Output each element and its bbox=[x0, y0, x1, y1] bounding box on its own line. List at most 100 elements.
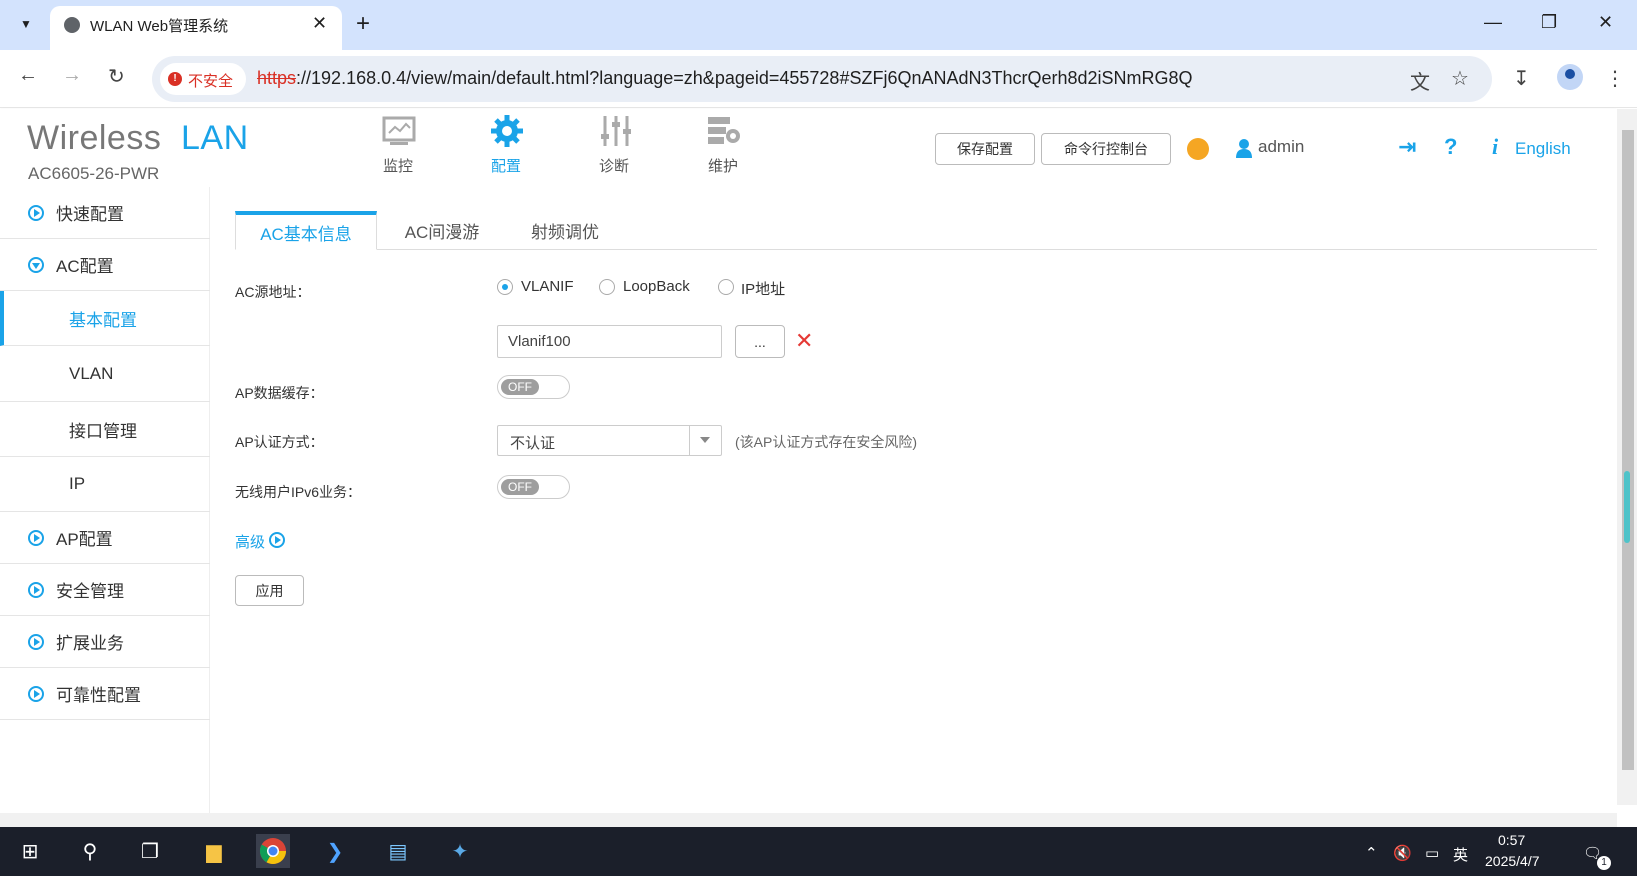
chevron-down-icon[interactable] bbox=[700, 437, 710, 443]
tab-search-icon[interactable]: ▼ bbox=[10, 8, 42, 40]
user-name[interactable]: admin bbox=[1258, 137, 1304, 157]
restore-icon[interactable]: ❐ bbox=[1541, 12, 1557, 33]
tab-ac-basic-info[interactable]: AC基本信息 bbox=[235, 211, 377, 250]
sidebar-item-label: 快速配置 bbox=[56, 205, 124, 224]
monitor-icon[interactable] bbox=[381, 114, 417, 148]
radio-loopback[interactable] bbox=[599, 279, 615, 295]
download-icon[interactable]: ↧ bbox=[1513, 66, 1530, 91]
ime-indicator[interactable]: 英 bbox=[1453, 844, 1468, 865]
url-scheme: https bbox=[257, 68, 297, 88]
sidebar-item-reliability[interactable]: 可靠性配置 bbox=[0, 668, 210, 720]
nav-maintain[interactable]: 维护 bbox=[708, 155, 738, 176]
ac-source-label: AC源地址： bbox=[235, 284, 311, 300]
toggle-state: OFF bbox=[501, 379, 539, 395]
logo-wireless: Wireless bbox=[27, 119, 162, 157]
forward-icon[interactable]: → bbox=[62, 64, 82, 87]
main-content bbox=[210, 187, 1617, 813]
sidebar-item-extension[interactable]: 扩展业务 bbox=[0, 616, 210, 668]
sidebar-subitem-ip[interactable]: IP bbox=[0, 457, 210, 512]
sidebar-subitem-vlan[interactable]: VLAN bbox=[0, 346, 210, 402]
scrollbar-thumb[interactable] bbox=[1622, 130, 1634, 770]
app-window-icon[interactable]: ▤ bbox=[381, 834, 415, 868]
clock-date[interactable]: 2025/4/7 bbox=[1485, 853, 1540, 869]
volume-muted-icon[interactable]: 🔇 bbox=[1393, 844, 1412, 862]
browse-button[interactable]: ... bbox=[735, 325, 785, 358]
expand-arrow-icon bbox=[28, 581, 44, 598]
info-icon[interactable]: i bbox=[1492, 134, 1498, 160]
url-rest: ://192.168.0.4/view/main/default.html?la… bbox=[296, 68, 1193, 88]
tab-title: WLAN Web管理系统 bbox=[90, 18, 229, 35]
not-secure-icon: ! bbox=[168, 72, 182, 86]
translate-icon[interactable]: 文 bbox=[1410, 66, 1430, 95]
nav-monitor[interactable]: 监控 bbox=[383, 155, 413, 176]
sidebar-item-label: 安全管理 bbox=[56, 582, 124, 601]
ipv6-toggle[interactable]: OFF bbox=[497, 475, 570, 499]
collapse-arrow-icon bbox=[28, 256, 44, 273]
window-close-icon[interactable]: ✕ bbox=[1598, 12, 1613, 33]
sidebar-item-ac-config[interactable]: AC配置 bbox=[0, 239, 210, 291]
search-icon[interactable]: ⚲ bbox=[73, 834, 107, 868]
windows-start-icon[interactable]: ⊞ bbox=[13, 834, 47, 868]
cli-console-button[interactable]: 命令行控制台 bbox=[1041, 133, 1171, 165]
radio-loopback-label: LoopBack bbox=[623, 278, 690, 295]
sidebar-item-security[interactable]: 安全管理 bbox=[0, 564, 210, 616]
task-view-icon[interactable]: ❐ bbox=[133, 834, 167, 868]
sidebar-subitem-interface[interactable]: 接口管理 bbox=[0, 402, 210, 457]
language-switch[interactable]: English bbox=[1515, 139, 1571, 159]
new-tab-icon[interactable]: + bbox=[356, 10, 370, 38]
reload-icon[interactable]: ↻ bbox=[108, 64, 125, 89]
ap-auth-value: 不认证 bbox=[510, 435, 556, 452]
ap-auth-label: AP认证方式： bbox=[235, 434, 324, 450]
sidebar-subitem-basic[interactable]: 基本配置 bbox=[0, 291, 210, 346]
horizontal-scrollbar[interactable] bbox=[0, 813, 1617, 827]
close-tab-icon[interactable]: ✕ bbox=[312, 13, 327, 34]
network-icon[interactable]: ▭ bbox=[1425, 844, 1439, 862]
scroll-indicator bbox=[1624, 471, 1630, 543]
save-config-button[interactable]: 保存配置 bbox=[935, 133, 1035, 165]
sidebar: 快速配置 AC配置 基本配置 VLAN 接口管理 IP AP配置 安全管理 扩展… bbox=[0, 187, 210, 813]
gear-icon[interactable] bbox=[489, 114, 525, 148]
radio-ip[interactable] bbox=[718, 279, 734, 295]
tab-radio-tuning[interactable]: 射频调优 bbox=[515, 211, 615, 250]
sidebar-item-ap-config[interactable]: AP配置 bbox=[0, 512, 210, 564]
chrome-icon[interactable] bbox=[256, 834, 290, 868]
tab-ac-roaming[interactable]: AC间漫游 bbox=[392, 211, 492, 250]
ap-cache-toggle[interactable]: OFF bbox=[497, 375, 570, 399]
apply-button[interactable]: 应用 bbox=[235, 575, 304, 606]
nav-diagnose[interactable]: 诊断 bbox=[599, 155, 629, 176]
profile-avatar[interactable] bbox=[1557, 64, 1583, 90]
ap-auth-warning: (该AP认证方式存在安全风险) bbox=[735, 434, 917, 450]
bookmark-star-icon[interactable]: ☆ bbox=[1451, 66, 1469, 91]
sidebar-item-label: AP配置 bbox=[56, 530, 113, 549]
file-explorer-icon[interactable]: ▆ bbox=[197, 834, 231, 868]
help-icon[interactable]: ? bbox=[1444, 134, 1457, 160]
maintenance-icon[interactable] bbox=[706, 114, 742, 148]
expand-arrow-icon bbox=[28, 529, 44, 546]
url-text[interactable]: https://192.168.0.4/view/main/default.ht… bbox=[257, 68, 1193, 89]
more-menu-icon[interactable]: ⋮ bbox=[1605, 66, 1625, 91]
expand-arrow-icon[interactable] bbox=[269, 532, 285, 548]
sidebar-item-label: AC配置 bbox=[56, 257, 114, 276]
back-icon[interactable]: ← bbox=[18, 64, 38, 87]
expand-arrow-icon bbox=[28, 685, 44, 702]
powershell-icon[interactable]: ❯ bbox=[318, 834, 352, 868]
clear-icon[interactable]: ✕ bbox=[795, 328, 813, 354]
tray-chevron-icon[interactable]: ⌃ bbox=[1365, 844, 1378, 862]
logout-icon[interactable]: ⇥ bbox=[1398, 134, 1416, 160]
ap-cache-label: AP数据缓存： bbox=[235, 385, 324, 401]
toggle-state: OFF bbox=[501, 479, 539, 495]
radio-vlanif[interactable] bbox=[497, 279, 513, 295]
notification-count: 1 bbox=[1597, 856, 1611, 870]
advanced-link[interactable]: 高级 bbox=[235, 531, 265, 552]
vlanif-input[interactable]: Vlanif100 bbox=[497, 325, 722, 358]
select-divider bbox=[689, 425, 690, 456]
nav-config[interactable]: 配置 bbox=[491, 155, 521, 176]
clock-time[interactable]: 0:57 bbox=[1498, 832, 1525, 848]
sliders-icon[interactable] bbox=[598, 114, 634, 148]
sidebar-item-quick-config[interactable]: 快速配置 bbox=[0, 187, 210, 239]
expand-arrow-icon bbox=[28, 633, 44, 650]
speaker-icon[interactable] bbox=[1187, 138, 1209, 160]
ipv6-label: 无线用户IPv6业务： bbox=[235, 484, 362, 500]
network-app-icon[interactable]: ✦ bbox=[443, 834, 477, 868]
minimize-icon[interactable]: — bbox=[1484, 12, 1502, 33]
